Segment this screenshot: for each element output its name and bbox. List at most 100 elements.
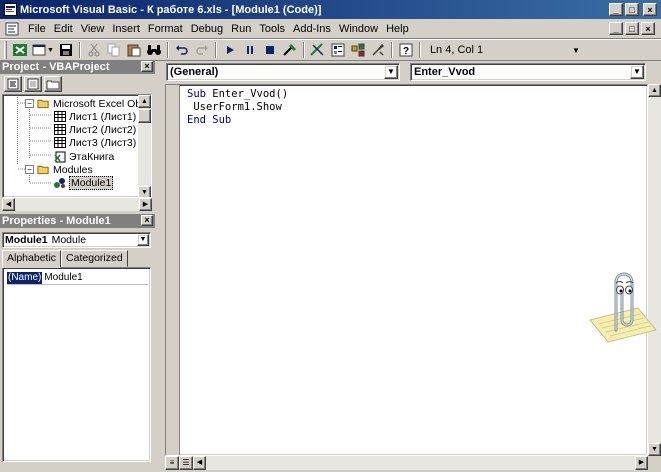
toolbar-separator bbox=[302, 42, 305, 58]
code-hscrollbar[interactable]: ◀ ▶ bbox=[193, 456, 648, 470]
scroll-left-icon[interactable]: ◀ bbox=[193, 456, 206, 470]
minimize-button[interactable]: _ bbox=[609, 3, 623, 16]
tree-node-sheet2[interactable]: Лист2 (Лист2) bbox=[53, 123, 136, 136]
menu-format[interactable]: Format bbox=[144, 23, 187, 35]
toolbar-separator bbox=[214, 42, 217, 58]
project-pane-toolbar bbox=[0, 74, 155, 94]
tree-node-sheet1[interactable]: Лист1 (Лист1) bbox=[53, 110, 136, 123]
menu-add-ins[interactable]: Add-Ins bbox=[289, 23, 335, 35]
object-combo-value: (General) bbox=[170, 66, 219, 78]
view-code-icon[interactable] bbox=[4, 76, 22, 92]
tree-node-label: Лист1 (Лист1) bbox=[69, 110, 137, 123]
scroll-right-icon[interactable]: ▶ bbox=[139, 198, 152, 211]
tree-node-label: Лист2 (Лист2) bbox=[69, 123, 137, 136]
code-text[interactable]: Sub Enter_Vvod() UserForm1.Show End Sub bbox=[187, 88, 288, 127]
properties-pane-close-button[interactable]: × bbox=[141, 215, 153, 226]
menu-debug[interactable]: Debug bbox=[187, 23, 227, 35]
save-icon[interactable] bbox=[56, 41, 76, 59]
project-pane-close-button[interactable]: × bbox=[141, 61, 153, 72]
tab-categorized[interactable]: Categorized bbox=[61, 250, 128, 267]
project-tree-scrollbar[interactable]: ▲ ▼ bbox=[138, 95, 151, 197]
project-explorer-icon[interactable] bbox=[308, 41, 328, 59]
clippy-office-assistant-icon[interactable] bbox=[586, 268, 658, 344]
code-editor[interactable]: Sub Enter_Vvod() UserForm1.Show End Sub bbox=[165, 84, 648, 456]
child-minimize-button[interactable]: _ bbox=[609, 22, 623, 35]
menu-window[interactable]: Window bbox=[335, 23, 382, 35]
tab-alphabetic[interactable]: Alphabetic bbox=[2, 250, 62, 268]
procedure-combo-value: Enter_Vvod bbox=[414, 66, 476, 78]
procedure-view-icon[interactable]: ≡ bbox=[165, 456, 179, 470]
chevron-down-icon[interactable]: ▼ bbox=[630, 65, 644, 79]
child-restore-button[interactable]: □ bbox=[625, 22, 639, 35]
tree-node-label: Module1 bbox=[69, 175, 114, 190]
view-toggle-buttons: ≡ ☰ bbox=[165, 456, 193, 470]
chevron-down-icon[interactable]: ▼ bbox=[384, 65, 398, 79]
toggle-folders-icon[interactable] bbox=[44, 76, 62, 92]
full-module-view-icon[interactable]: ☰ bbox=[179, 456, 193, 470]
design-mode-icon[interactable] bbox=[280, 41, 300, 59]
paste-icon[interactable] bbox=[124, 41, 144, 59]
help-icon[interactable]: ? bbox=[396, 41, 416, 59]
object-selector-combo[interactable]: Module1 Module ▼ bbox=[2, 232, 151, 248]
break-icon[interactable] bbox=[240, 41, 260, 59]
child-close-button[interactable]: × bbox=[641, 22, 655, 35]
close-button[interactable]: × bbox=[643, 3, 657, 16]
object-name: Module1 bbox=[5, 234, 48, 246]
toolbar-separator bbox=[166, 42, 169, 58]
scroll-up-icon[interactable]: ▲ bbox=[648, 84, 661, 97]
object-browser-icon[interactable] bbox=[348, 41, 368, 59]
scroll-up-icon[interactable]: ▲ bbox=[138, 95, 151, 108]
object-combo[interactable]: (General) ▼ bbox=[166, 63, 400, 81]
resize-grip[interactable] bbox=[648, 456, 661, 470]
svg-text:?: ? bbox=[403, 46, 409, 57]
project-tree: − Microsoft Excel Objec Лист1 (Лист1) Ли… bbox=[2, 94, 152, 198]
menu-edit[interactable]: Edit bbox=[50, 23, 77, 35]
tree-lines bbox=[17, 97, 52, 184]
scroll-down-icon[interactable]: ▼ bbox=[648, 443, 661, 456]
scroll-right-icon[interactable]: ▶ bbox=[635, 456, 648, 470]
toolbar-options-arrow-icon[interactable]: ▼ bbox=[572, 46, 580, 55]
copy-icon[interactable] bbox=[104, 41, 124, 59]
properties-pane-title: Properties - Module1 bbox=[2, 215, 111, 227]
project-tree-hscrollbar[interactable]: ◀ ▶ bbox=[2, 198, 152, 211]
tree-node-label: Лист3 (Лист3) bbox=[69, 136, 137, 149]
standard-toolbar: ▼ ? Ln 4, Col 1 ▼ bbox=[0, 39, 661, 61]
property-row[interactable]: (Name) Module1 bbox=[7, 272, 83, 284]
maximize-button[interactable]: □ bbox=[625, 3, 639, 16]
menu-run[interactable]: Run bbox=[227, 23, 255, 35]
menu-file[interactable]: File bbox=[24, 23, 50, 35]
menu-help[interactable]: Help bbox=[382, 23, 413, 35]
vba-app-icon bbox=[3, 3, 17, 17]
code-window-icon[interactable] bbox=[4, 21, 20, 37]
property-value[interactable]: Module1 bbox=[42, 272, 82, 284]
properties-window-icon[interactable] bbox=[328, 41, 348, 59]
reset-icon[interactable] bbox=[260, 41, 280, 59]
procedure-combo[interactable]: Enter_Vvod ▼ bbox=[410, 63, 646, 81]
view-object-icon[interactable] bbox=[24, 76, 42, 92]
menu-insert[interactable]: Insert bbox=[108, 23, 144, 35]
toolbox-icon[interactable] bbox=[368, 41, 388, 59]
tree-node-label: ЭтаКнига bbox=[69, 150, 115, 163]
cut-icon[interactable] bbox=[84, 41, 104, 59]
toolbar-grip[interactable] bbox=[4, 41, 7, 59]
undo-icon[interactable] bbox=[172, 41, 192, 59]
code-margin-indicator-bar[interactable] bbox=[166, 85, 180, 455]
code-keyword: Sub bbox=[187, 88, 206, 100]
toolbar-separator bbox=[390, 42, 393, 58]
insert-dropdown-arrow-icon[interactable]: ▼ bbox=[47, 47, 54, 54]
properties-pane-header: Properties - Module1 × bbox=[0, 214, 155, 228]
chevron-down-icon[interactable]: ▼ bbox=[137, 234, 149, 246]
run-icon[interactable] bbox=[220, 41, 240, 59]
properties-tabs: Alphabetic Categorized bbox=[2, 250, 151, 268]
menu-tools[interactable]: Tools bbox=[255, 23, 289, 35]
scroll-down-icon[interactable]: ▼ bbox=[138, 186, 151, 197]
menu-view[interactable]: View bbox=[77, 23, 109, 35]
tree-node-sheet3[interactable]: Лист3 (Лист3) bbox=[53, 136, 136, 149]
view-excel-icon[interactable] bbox=[10, 41, 30, 59]
scroll-left-icon[interactable]: ◀ bbox=[2, 198, 15, 211]
find-icon[interactable] bbox=[144, 41, 164, 59]
window-title: Microsoft Visual Basic - К работе 6.xls … bbox=[20, 3, 322, 16]
menu-bar: File Edit View Insert Format Debug Run T… bbox=[0, 19, 661, 39]
project-pane-header: Project - VBAProject × bbox=[0, 60, 155, 74]
scroll-thumb[interactable] bbox=[138, 109, 151, 123]
